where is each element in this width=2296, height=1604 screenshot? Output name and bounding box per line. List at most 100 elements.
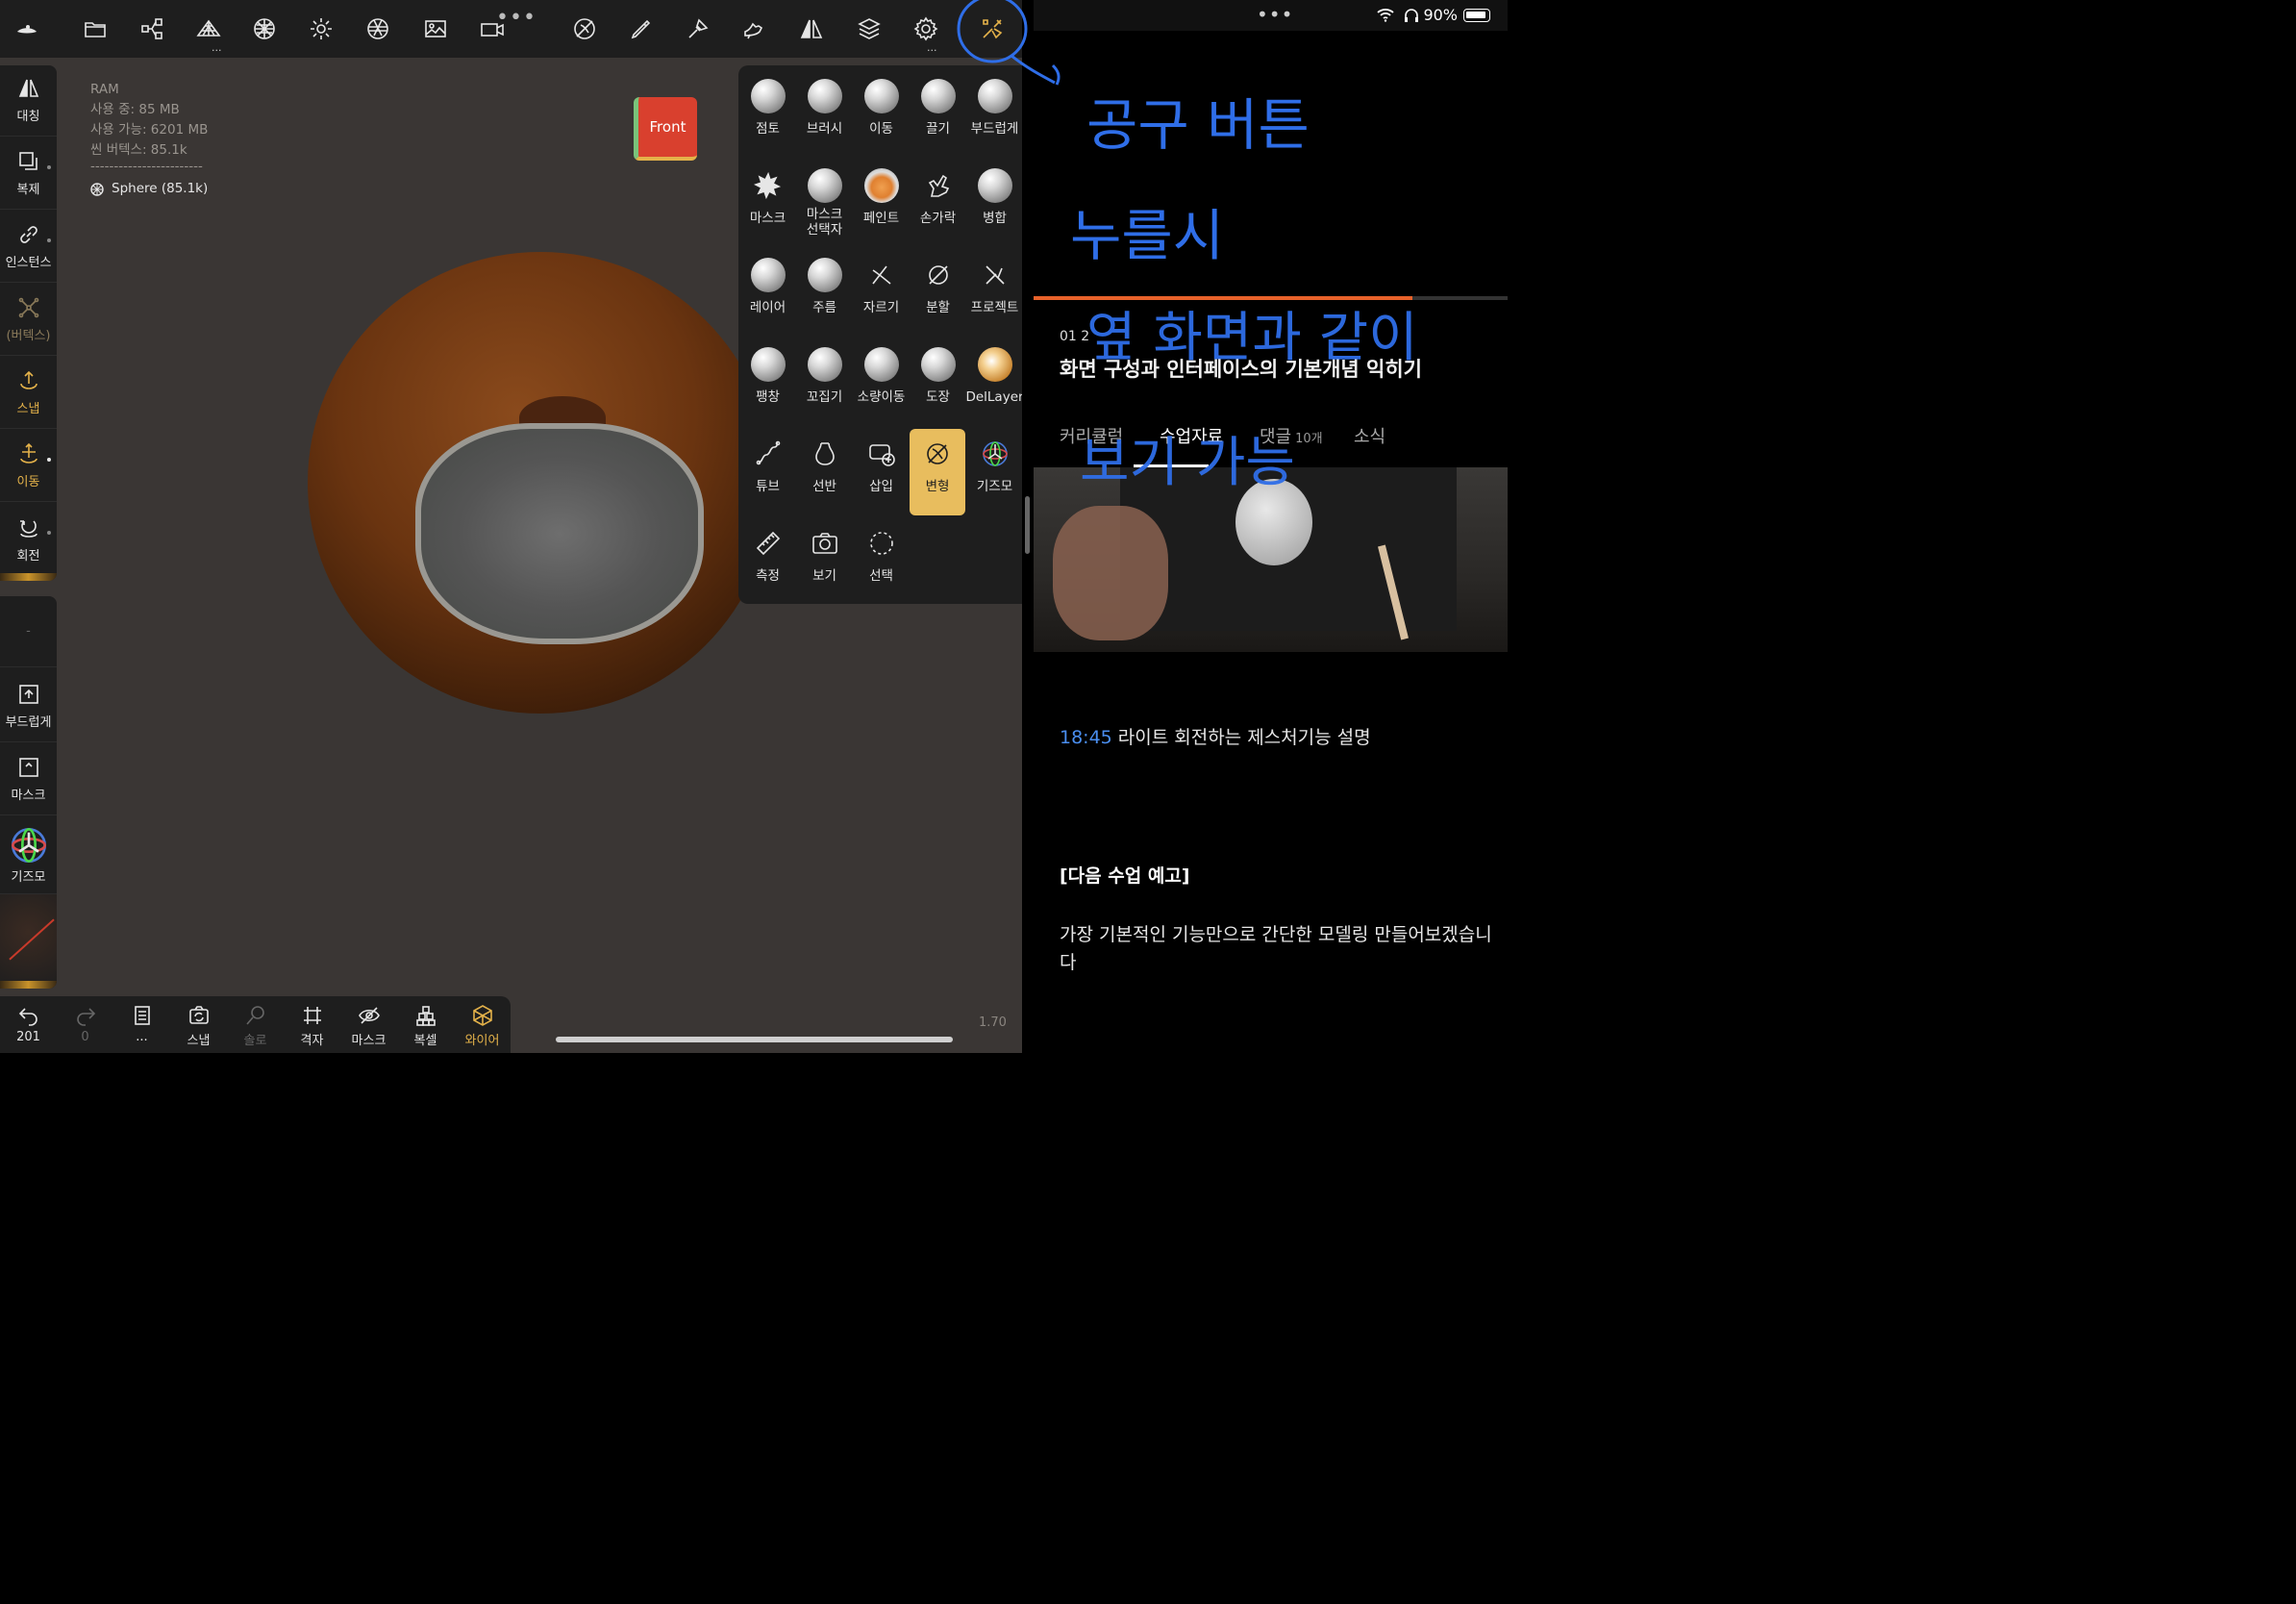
rotate-icon xyxy=(19,519,37,538)
tool-21[interactable]: 튜브 xyxy=(739,423,796,510)
slider-track[interactable] xyxy=(0,981,57,989)
transform-off-icon[interactable] xyxy=(567,12,602,46)
tool-7[interactable]: 마스크 선택자 xyxy=(796,155,853,241)
bottom-item-snap-camera[interactable]: 스냅 xyxy=(170,1004,227,1052)
solo-icon xyxy=(245,1006,264,1025)
layers-icon[interactable] xyxy=(852,12,886,46)
tool-20[interactable]: DelLayer xyxy=(965,334,1022,420)
move-icon xyxy=(19,442,37,464)
scene-graph-icon[interactable] xyxy=(135,12,169,46)
paint-icon[interactable] xyxy=(681,12,715,46)
folder-icon[interactable] xyxy=(78,12,112,46)
sidebar-item-rotate[interactable]: 회전 xyxy=(0,504,57,575)
nomad-logo-icon[interactable] xyxy=(10,12,44,46)
bottom-item-history[interactable]: ... xyxy=(113,1004,170,1052)
bottom-item-label: 마스크 xyxy=(351,1034,387,1048)
view-cube-label: Front xyxy=(649,118,686,136)
tool-23[interactable]: 삽입 xyxy=(853,423,910,510)
tool-24[interactable]: 변형 xyxy=(910,429,965,515)
ruler-icon xyxy=(751,526,786,561)
tool-label: 페인트 xyxy=(862,211,900,226)
tool-17[interactable]: 꼬집기 xyxy=(796,334,853,420)
tool-27[interactable]: 보기 xyxy=(796,513,853,599)
sidebar-item-gizmo[interactable]: 기즈모 xyxy=(0,817,57,894)
brush-sphere-icon xyxy=(807,258,842,292)
chapter-item[interactable]: 18:45 라이트 회전하는 제스처기능 설명 xyxy=(1060,723,1371,749)
scene-stats: RAM 사용 중: 85 MB 사용 가능: 6201 MB 씬 버텍스: 85… xyxy=(90,80,208,199)
tool-label: 선반 xyxy=(812,479,836,494)
snap-icon xyxy=(19,370,37,389)
tool-6[interactable]: 마스크 xyxy=(739,155,796,241)
tool-26[interactable]: 측정 xyxy=(739,513,796,599)
tool-19[interactable]: 도장 xyxy=(910,334,966,420)
bottom-item-undo[interactable]: 201 xyxy=(0,1004,57,1052)
undo-icon xyxy=(18,1008,37,1026)
sidebar-item-instance[interactable]: 인스턴스 xyxy=(0,212,57,283)
brush-icon[interactable] xyxy=(624,12,659,46)
tool-25[interactable]: 기즈모 xyxy=(966,423,1022,510)
tool-13[interactable]: 자르기 xyxy=(853,244,910,331)
sidebar-item-empty: - xyxy=(0,596,57,667)
bottom-toolbar: 201 0... 스냅 솔로 격자 마스크 복셀 와이어 xyxy=(0,996,511,1053)
background-image-icon[interactable] xyxy=(418,12,453,46)
bottom-item-label: 201 xyxy=(16,1030,40,1044)
window-more-dots-icon[interactable]: ••• xyxy=(496,6,537,30)
tool-label: 튜브 xyxy=(756,479,780,494)
bottom-item-redo[interactable]: 0 xyxy=(57,1004,113,1052)
tool-10[interactable]: 병합 xyxy=(966,155,1022,241)
tool-16[interactable]: 팽창 xyxy=(739,334,796,420)
lecture-app: ••• 90% 공구 버튼 누를시 01 2 화면 구성과 인터페이스의 기본개… xyxy=(1034,0,1508,1053)
shading-icon[interactable] xyxy=(361,12,395,46)
multiresolution-icon[interactable] xyxy=(247,12,282,46)
symmetry-icon[interactable] xyxy=(794,12,829,46)
tool-3[interactable]: 이동 xyxy=(853,65,910,152)
tool-28[interactable]: 선택 xyxy=(853,513,910,599)
chapter-timestamp[interactable]: 18:45 xyxy=(1060,727,1112,748)
tool-8[interactable]: 페인트 xyxy=(853,155,910,241)
sidebar-item-clone[interactable]: 복제 xyxy=(0,138,57,210)
tool-11[interactable]: 레이어 xyxy=(739,244,796,331)
sidebar-item-smooth[interactable]: 부드럽게 xyxy=(0,671,57,742)
mesh-name[interactable]: Sphere (85.1k) xyxy=(112,179,208,199)
sidebar-item-label: 스냅 xyxy=(16,402,40,416)
split-view-handle[interactable] xyxy=(1025,496,1030,554)
bottom-item-voxel[interactable]: 복셀 xyxy=(397,1004,454,1052)
sidebar-item-snap[interactable]: 스냅 xyxy=(0,358,57,429)
sphere-icon xyxy=(90,182,104,196)
tool-label: 마스크 xyxy=(749,211,786,226)
tool-12[interactable]: 주름 xyxy=(796,244,853,331)
brush-sphere-icon xyxy=(750,79,786,113)
bottom-item-solo[interactable]: 솔로 xyxy=(227,1004,284,1052)
annotation-line-4: 보기 가능 xyxy=(1080,432,1295,494)
sidebar-item-vertex[interactable]: (버텍스) xyxy=(0,285,57,356)
settings-icon[interactable] xyxy=(909,12,943,46)
gizmo-icon xyxy=(11,828,46,863)
bottom-item-wireframe[interactable]: 와이어 xyxy=(454,1004,511,1052)
bottom-item-label: 0 xyxy=(81,1030,89,1044)
color-swatch[interactable] xyxy=(0,894,57,989)
screen: RAM 사용 중: 85 MB 사용 가능: 6201 MB 씬 버텍스: 85… xyxy=(0,0,1508,1053)
tool-1[interactable]: 점토 xyxy=(739,65,796,152)
slider-track[interactable] xyxy=(0,573,57,581)
hand-icon[interactable] xyxy=(737,12,772,46)
tool-22[interactable]: 선반 xyxy=(796,423,853,510)
bottom-item-hide-mask[interactable]: 마스크 xyxy=(340,1004,397,1052)
tool-label: 분할 xyxy=(926,300,950,315)
sidebar-item-mask[interactable]: 마스크 xyxy=(0,744,57,815)
tool-9[interactable]: 손가락 xyxy=(910,155,966,241)
multitasking-dots-icon[interactable]: ••• xyxy=(1257,3,1293,26)
tool-18[interactable]: 소량이동 xyxy=(853,334,910,420)
view-cube[interactable]: Front xyxy=(634,97,697,161)
sidebar-item-label: 인스턴스 xyxy=(5,256,52,270)
sidebar-item-move[interactable]: 이동 xyxy=(0,431,57,502)
bottom-item-grid[interactable]: 격자 xyxy=(284,1004,340,1052)
home-indicator[interactable] xyxy=(556,1037,953,1042)
sidebar-item-label: - xyxy=(26,624,31,639)
light-icon[interactable] xyxy=(304,12,338,46)
tool-14[interactable]: 분할 xyxy=(910,244,966,331)
sidebar-item-symmetry[interactable]: 대칭 xyxy=(0,65,57,137)
handwritten-annotation: 공구 버튼 누를시 xyxy=(1070,92,1310,268)
tool-15[interactable]: 프로젝트 xyxy=(966,244,1022,331)
handwritten-annotation-overlay: 옆 화면과 같이 보기 가능 xyxy=(1080,307,1418,494)
tool-2[interactable]: 브러시 xyxy=(796,65,853,152)
